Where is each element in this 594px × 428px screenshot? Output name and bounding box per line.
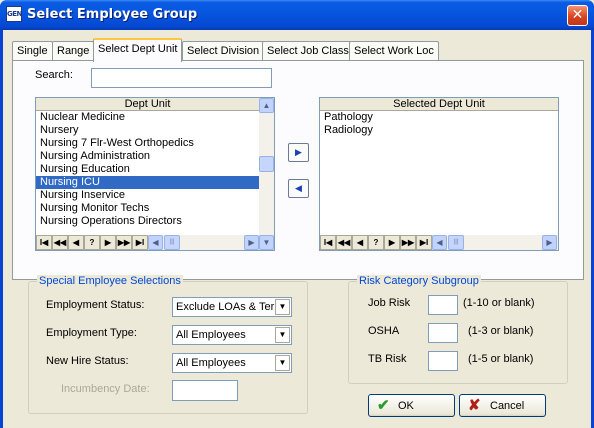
dept-unit-record-navigator: I◀ ◀◀ ◀ ? ▶ ▶▶ ▶I [36,235,148,250]
dept-unit-horizontal-scrollbar[interactable]: ◀ ||| ▶ [148,235,259,250]
chevron-down-icon[interactable]: ▼ [275,327,290,343]
employment-type-select[interactable]: All Employees ▼ [172,325,292,345]
osha-field[interactable] [428,323,458,343]
scroll-thumb[interactable]: ||| [448,235,464,250]
osha-label: OSHA [368,325,400,337]
tab-single[interactable]: Single [12,41,53,61]
list-item[interactable]: Nursing Inservice [36,189,260,202]
nav-last-icon[interactable]: ▶I [132,235,148,250]
remove-selected-button[interactable]: ◀ [288,179,309,198]
nav-prev-page-icon[interactable]: ◀◀ [52,235,68,250]
list-item[interactable]: Radiology [320,124,558,137]
tab-select-division[interactable]: Select Division [182,41,265,61]
nav-next-icon[interactable]: ▶ [384,235,400,250]
selected-horizontal-scrollbar[interactable]: ◀ ||| ▶ [432,235,558,250]
nav-first-icon[interactable]: I◀ [36,235,52,250]
special-employee-selections-title: Special Employee Selections [37,275,183,287]
nav-prev-page-icon[interactable]: ◀◀ [336,235,352,250]
list-item[interactable]: Nuclear Medicine [36,111,260,124]
chevron-down-icon[interactable]: ▼ [275,299,290,315]
search-label: Search: [35,69,73,81]
scroll-down-icon[interactable]: ▼ [259,235,274,250]
job-risk-field[interactable] [428,295,458,315]
risk-category-subgroup-title: Risk Category Subgroup [357,275,481,287]
dept-unit-list[interactable]: Dept Unit Nuclear Medicine Nursery Nursi… [35,97,275,251]
nav-prev-icon[interactable]: ◀ [352,235,368,250]
tab-select-job-class[interactable]: Select Job Class [262,41,354,61]
search-input[interactable] [91,68,272,88]
cancel-x-icon: ✘ [468,397,481,414]
risk-category-subgroup-group: Risk Category Subgroup Job Risk (1-10 or… [348,275,568,384]
app-icon: GEN [6,6,22,22]
dept-unit-panel: Search: Dept Unit Nuclear Medicine Nurse… [12,60,584,280]
nav-next-icon[interactable]: ▶ [100,235,116,250]
nav-first-icon[interactable]: I◀ [320,235,336,250]
scroll-left-icon[interactable]: ◀ [432,235,447,250]
close-button[interactable]: ✕ [567,5,588,26]
tb-risk-label: TB Risk [368,353,407,365]
new-hire-status-label: New Hire Status: [46,355,129,367]
special-employee-selections-group: Special Employee Selections Employment S… [28,275,308,414]
scroll-thumb[interactable] [259,156,274,172]
employment-status-label: Employment Status: [46,299,145,311]
nav-help-icon[interactable]: ? [368,235,384,250]
employment-status-value: Exclude LOAs & Term [176,301,275,313]
nav-next-page-icon[interactable]: ▶▶ [116,235,132,250]
nav-help-icon[interactable]: ? [84,235,100,250]
tab-range[interactable]: Range [52,41,95,61]
tab-select-work-loc[interactable]: Select Work Loc [349,41,439,61]
title-bar[interactable]: GEN Select Employee Group ✕ [0,0,594,30]
incumbency-date-field[interactable] [172,380,238,401]
selected-record-navigator: I◀ ◀◀ ◀ ? ▶ ▶▶ ▶I [320,235,432,250]
nav-prev-icon[interactable]: ◀ [68,235,84,250]
list-item[interactable]: Nursing Operations Directors [36,215,260,228]
scroll-right-icon[interactable]: ▶ [542,235,557,250]
nav-next-page-icon[interactable]: ▶▶ [400,235,416,250]
cancel-button-label: Cancel [490,400,525,412]
checkmark-icon: ✔ [377,397,390,414]
scroll-left-icon[interactable]: ◀ [148,235,163,250]
tb-risk-hint: (1-5 or blank) [468,353,534,365]
selected-dept-unit-list[interactable]: Selected Dept Unit Pathology Radiology I… [319,97,559,251]
scroll-up-icon[interactable]: ▲ [259,98,274,113]
new-hire-status-select[interactable]: All Employees ▼ [172,353,292,373]
job-risk-label: Job Risk [368,297,411,309]
list-item[interactable]: Nursing 7 Flr-West Orthopedics [36,137,260,150]
employment-type-value: All Employees [176,329,246,341]
scroll-right-icon[interactable]: ▶ [244,235,259,250]
chevron-down-icon[interactable]: ▼ [275,355,290,371]
tab-select-dept-unit[interactable]: Select Dept Unit [93,38,183,62]
dept-unit-vertical-scrollbar[interactable]: ▲ ▼ [259,98,274,250]
list-item[interactable]: Nursing Administration [36,150,260,163]
employment-status-select[interactable]: Exclude LOAs & Term ▼ [172,297,292,317]
nav-last-icon[interactable]: ▶I [416,235,432,250]
tb-risk-field[interactable] [428,351,458,371]
dept-unit-header[interactable]: Dept Unit [36,98,259,111]
list-item[interactable]: Nursing Monitor Techs [36,202,260,215]
employment-type-label: Employment Type: [46,327,137,339]
list-item[interactable]: Nursing Education [36,163,260,176]
job-risk-hint: (1-10 or blank) [463,297,535,309]
dialog-window: GEN Select Employee Group ✕ Single Range… [0,0,594,428]
scroll-thumb[interactable]: ||| [164,235,180,250]
new-hire-status-value: All Employees [176,357,246,369]
add-selected-button[interactable]: ▶ [288,143,309,162]
cancel-button[interactable]: ✘ Cancel [459,394,546,417]
list-item[interactable]: Pathology [320,111,558,124]
incumbency-date-label: Incumbency Date: [61,383,150,395]
list-item-selected[interactable]: Nursing ICU [36,176,260,189]
osha-hint: (1-3 or blank) [468,325,534,337]
list-item[interactable]: Nursery [36,124,260,137]
ok-button[interactable]: ✔ OK [368,394,455,417]
selected-dept-unit-header[interactable]: Selected Dept Unit [320,98,558,111]
ok-button-label: OK [398,400,414,412]
window-title: Select Employee Group [27,7,198,22]
dialog-client: Single Range Select Dept Unit Select Div… [3,30,591,428]
